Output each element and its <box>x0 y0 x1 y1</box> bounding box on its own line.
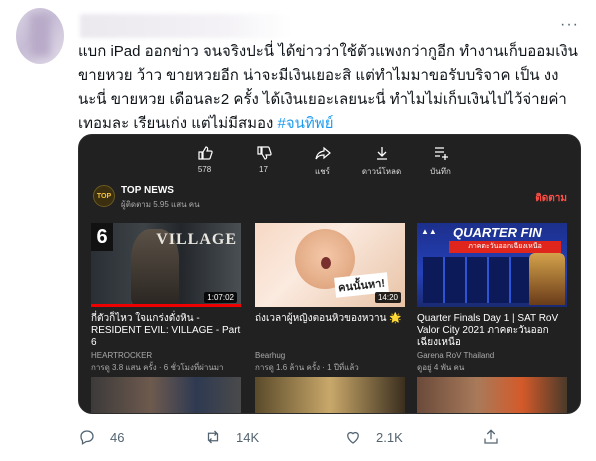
dislike-button[interactable]: 17 <box>234 135 293 179</box>
share-icon <box>314 146 331 160</box>
video-author[interactable]: Bearhug <box>255 351 405 360</box>
download-label: ดาวน์โหลด <box>361 167 402 176</box>
video-meta: การดู 3.8 แสน ครั้ง · 6 ชั่วโมงที่ผ่านมา <box>91 363 224 372</box>
like-count: 578 <box>197 165 212 174</box>
channel-subscribers: ผู้ติดตาม 5.95 แสน คน <box>121 200 200 209</box>
share-button[interactable]: แชร์ <box>293 135 352 179</box>
youtube-embed[interactable]: 578 17 แชร์ ดาวน์โหลด บันทึก TOP TOP NEW… <box>78 134 581 414</box>
video-duration: 14:20 <box>374 292 401 303</box>
video-author[interactable]: Garena RoV Thailand <box>417 351 567 360</box>
thumbnail-subheading: ภาคตะวันออกเฉียงเหนือ <box>449 241 561 253</box>
reply-button[interactable]: 46 <box>78 428 124 446</box>
share-tweet-button[interactable] <box>482 428 514 446</box>
retweet-count: 14K <box>236 429 260 445</box>
dislike-icon <box>256 146 272 160</box>
thumbnail-title-text: VILLAGE <box>156 231 237 248</box>
video-thumbnail-partial[interactable] <box>91 377 241 413</box>
dislike-count: 17 <box>259 165 268 174</box>
video-thumbnail-partial[interactable] <box>417 377 567 413</box>
bracket-teams <box>423 257 531 303</box>
reply-icon <box>80 430 94 445</box>
reply-count: 46 <box>110 429 125 445</box>
tweet-actions: 46 14K 2.1K <box>78 428 578 450</box>
video-card[interactable]: ▲▲ QUARTER FIN ภาคตะวันออกเฉียงเหนือ Qua… <box>417 223 567 374</box>
like-button[interactable]: 578 <box>175 135 234 179</box>
like-tweet-button[interactable]: 2.1K <box>344 428 403 446</box>
tweet-text: แบก iPad ออกข่าว จนจริงปะนี่ ได้ข่าวว่าใ… <box>78 40 578 136</box>
video-card[interactable]: 6 VILLAGE 1:07:02 กี่ตัวก็ไหว ใจแกร่งดั่… <box>91 223 241 374</box>
video-author[interactable]: HEARTROCKER <box>91 351 241 360</box>
video-duration: 1:07:02 <box>204 292 237 303</box>
video-card[interactable]: คนนั้นหา! 14:20 ถ่งเวลาผู้หญิงตอนหิวของห… <box>255 223 405 374</box>
download-button[interactable]: ดาวน์โหลด <box>352 135 411 179</box>
thumbnail-mouth <box>321 257 331 269</box>
video-thumbnail[interactable]: คนนั้นหา! 14:20 <box>255 223 405 307</box>
video-thumbnail-partial[interactable] <box>255 377 405 413</box>
thumbnail-heading: QUARTER FIN <box>453 225 542 240</box>
retweet-button[interactable]: 14K <box>204 428 259 446</box>
save-icon <box>434 147 448 160</box>
video-thumbnail[interactable]: 6 VILLAGE 1:07:02 <box>91 223 241 307</box>
hashtag-link[interactable]: #จนทิพย์ <box>278 115 334 132</box>
blurred-username[interactable] <box>80 14 290 38</box>
channel-header: TOP TOP NEWS ผู้ติดตาม 5.95 แสน คน ติดตา… <box>91 185 571 209</box>
video-title[interactable]: ถ่งเวลาผู้หญิงตอนหิวของหวาน 🌟 <box>255 313 405 349</box>
thumbnail-character <box>529 253 565 305</box>
video-thumbnail[interactable]: ▲▲ QUARTER FIN ภาคตะวันออกเฉียงเหนือ <box>417 223 567 307</box>
save-label: บันทึก <box>430 167 451 176</box>
like-tweet-count: 2.1K <box>376 429 403 445</box>
channel-name[interactable]: TOP NEWS <box>121 185 174 196</box>
event-logo: ▲▲ <box>421 227 437 236</box>
share-upload-icon <box>484 429 498 444</box>
retweet-icon <box>207 430 219 444</box>
download-icon <box>376 147 387 160</box>
channel-logo[interactable]: TOP <box>93 185 115 207</box>
more-options-icon[interactable]: ··· <box>560 16 579 34</box>
heart-icon <box>347 431 359 444</box>
video-title[interactable]: กี่ตัวก็ไหว ใจแกร่งดั่งหิน - RESIDENT EV… <box>91 313 241 349</box>
save-button[interactable]: บันทึก <box>411 135 470 179</box>
video-meta: ดูอยู่ 4 พัน คน <box>417 363 465 372</box>
share-label: แชร์ <box>315 167 330 176</box>
follow-button[interactable]: ติดตาม <box>535 191 567 206</box>
avatar[interactable] <box>16 8 64 64</box>
like-icon <box>197 146 213 160</box>
video-actions: 578 17 แชร์ ดาวน์โหลด บันทึก <box>79 135 580 179</box>
part-number-badge: 6 <box>91 223 113 251</box>
video-meta: การดู 1.6 ล้าน ครั้ง · 1 ปีที่แล้ว <box>255 363 359 372</box>
watch-progress <box>91 304 241 307</box>
video-title[interactable]: Quarter Finals Day 1 | SAT RoV Valor Cit… <box>417 313 567 349</box>
